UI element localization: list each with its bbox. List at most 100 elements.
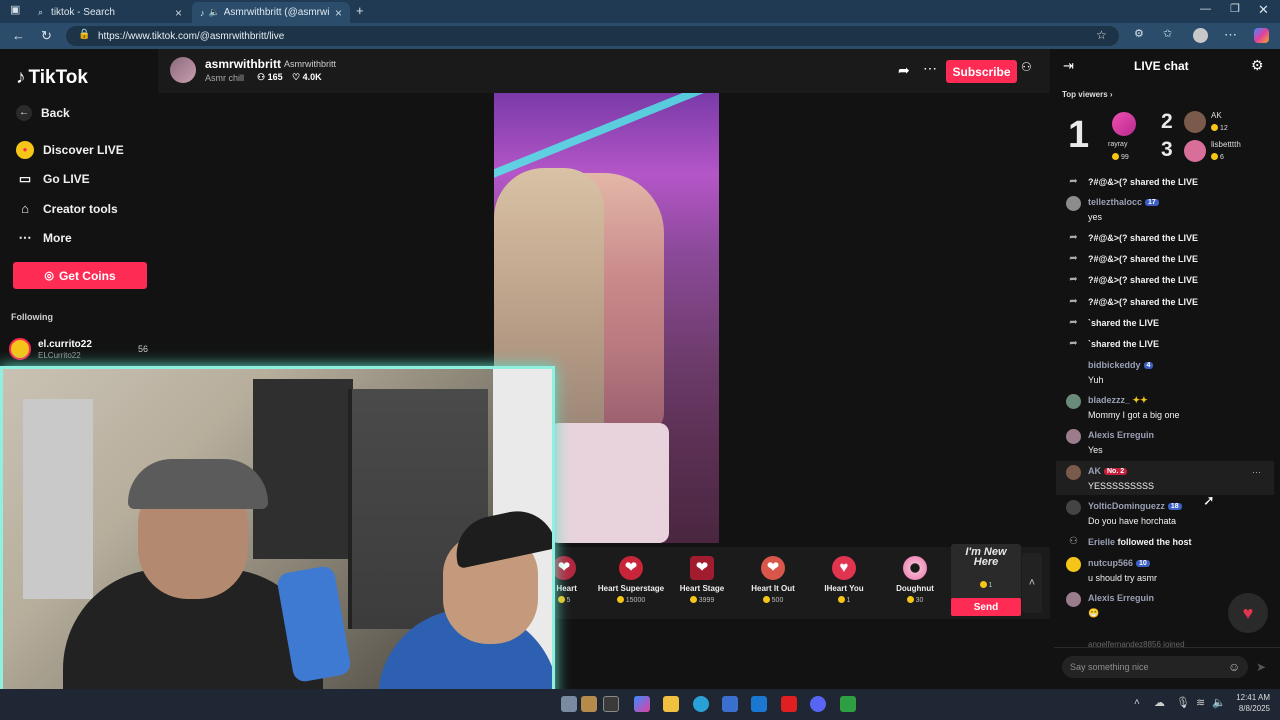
top-viewer-name: AK [1211,111,1222,120]
arrow-left-icon: ← [16,105,32,121]
gift-item[interactable]: ❤ Heart It Out 500 [737,547,809,604]
following-count: 56 [138,344,149,354]
chat-input[interactable]: Say something nice ☺ [1062,656,1248,678]
message-options-icon[interactable]: ⋯ [1252,467,1261,478]
close-icon[interactable]: × [335,6,342,20]
taskbar: ˄ ☁ 🎙 ≋ 🔈 12:41 AM 8/8/2025 [0,689,1280,720]
avatar[interactable] [1112,112,1136,136]
following-name: el.currito22 [38,339,92,350]
ellipsis-icon: ⋯ [18,230,32,245]
live-icon: ● [16,141,34,159]
copilot-icon[interactable] [1254,28,1269,43]
get-coins-button[interactable]: ◎ Get Coins [13,262,147,289]
clock-date: 8/8/2025 [1238,704,1270,713]
refresh-icon[interactable]: ↻ [41,29,52,42]
gift-item[interactable]: Doughnut 30 [879,547,951,604]
sidebar-item-back[interactable]: ← Back [16,105,70,121]
favorites-icon[interactable]: ✩ [1163,29,1172,40]
profile-avatar[interactable] [1193,28,1208,43]
coin-icon [906,596,914,603]
copilot-icon[interactable] [634,696,650,712]
extensions-icon[interactable]: ⚙ [1134,29,1144,40]
task-view-icon[interactable] [603,696,619,712]
youtube-icon[interactable] [781,696,797,712]
sidebar-item-creator-tools[interactable]: ⌂ Creator tools [16,201,118,216]
close-icon[interactable]: × [175,6,182,20]
edge-icon[interactable] [693,696,709,712]
like-heart-button[interactable]: ♥ [1228,593,1268,633]
water-heater [23,399,93,599]
coin-icon [1112,153,1119,160]
send-gift-button[interactable]: Send [951,598,1021,616]
video-camera-icon: ▭ [18,171,32,186]
live-chat-title: LIVE chat [1134,59,1189,73]
file-explorer-icon[interactable] [663,696,679,712]
maximize-icon[interactable]: ❐ [1230,4,1240,15]
chat-partial-line: angelfernandez8856 joined [1088,640,1185,647]
collapse-chat-icon[interactable]: ⇥ [1063,58,1074,74]
following-heading: Following [11,312,53,322]
url-input[interactable]: 🔒 https://www.tiktok.com/@asmrwithbritt/… [66,26,1119,46]
send-message-icon[interactable]: ➤ [1256,660,1266,674]
wifi-icon[interactable]: ≋ [1196,696,1205,709]
top-viewer-rank: 1 [1068,114,1090,156]
viewer-count: ⚇ 165 [257,72,283,82]
level-badge: 4 [1143,362,1154,369]
sidebar-item-go-live[interactable]: ▭ Go LIVE [16,171,90,187]
gift-item[interactable]: ❤ Heart Stage 3999 [666,547,738,604]
star-icon[interactable]: ☆ [1096,29,1107,41]
speaker-icon[interactable]: 🔈 [209,7,220,18]
window-close-icon[interactable]: ✕ [1258,3,1269,16]
sidebar-item-more[interactable]: ⋯ More [16,230,72,246]
volume-icon[interactable]: 🔈 [1212,696,1226,709]
url-text: https://www.tiktok.com/@asmrwithbritt/li… [98,30,285,42]
tab-actions-icon[interactable]: ▣ [10,5,20,16]
rank-badge: No. 2 [1104,468,1128,475]
tiktok-icon: ♪ [200,7,205,18]
lock-icon: 🔒 [78,29,91,40]
gear-icon[interactable]: ⚙ [1251,57,1264,74]
store-icon[interactable] [722,696,738,712]
back-icon[interactable]: ← [12,29,25,42]
avatar[interactable] [1184,111,1206,133]
host-display-name: Asmrwithbritt [284,59,337,69]
widgets-icon[interactable] [561,696,577,712]
host-avatar[interactable] [170,57,196,83]
app-icon[interactable] [581,696,597,712]
following-item[interactable]: el.currito22 ELCurrito22 56 [9,337,151,361]
follow-user-icon[interactable]: ⚇ [1021,60,1032,74]
webcam-overlay [0,366,555,711]
subscribe-button[interactable]: Subscribe [946,60,1017,83]
sparkle-icon: ✦✦ [1132,395,1148,405]
microphone-icon[interactable]: 🎙 [1176,696,1190,709]
host-username[interactable]: asmrwithbritt [205,57,281,71]
minimize-icon[interactable]: — [1200,4,1211,15]
doughnut-icon [903,556,927,580]
gift-item[interactable]: ❤ Heart Superstage 15000 [595,547,667,604]
cloud-icon[interactable]: ☁ [1154,696,1165,709]
outlook-icon[interactable] [751,696,767,712]
coin-icon [557,596,565,603]
chevron-up-icon[interactable]: ˄ [1134,697,1140,708]
stream-category: Asmr chill [205,73,245,83]
menu-icon[interactable]: ⋯ [1224,28,1237,41]
avatar [1066,500,1081,515]
tab-search[interactable]: ⌕ tiktok - Search × [30,2,190,23]
emoji-icon[interactable]: ☺ [1228,660,1240,674]
tab-live[interactable]: ♪ 🔈 Asmrwithbritt (@asmrwithbr × [192,2,350,23]
top-viewers-label[interactable]: Top viewers › [1062,90,1113,99]
search-icon: ⌕ [38,7,44,17]
tiktok-note-icon: ♪ [16,67,26,88]
avatar[interactable] [1184,140,1206,162]
gift-item[interactable]: ♥ IHeart You 1 [808,547,880,604]
new-tab-button[interactable]: + [356,4,364,17]
discord-icon[interactable] [810,696,826,712]
app-icon[interactable] [840,696,856,712]
more-options-icon[interactable]: ⋯ [923,60,937,77]
share-icon[interactable]: ➦ [898,62,910,79]
tiktok-logo[interactable]: ♪ TikTok [16,67,88,89]
chevron-up-icon[interactable]: ˄ [1022,553,1042,613]
clock[interactable]: 12:41 AM 8/8/2025 [1232,693,1270,713]
sidebar-item-discover-live[interactable]: ● Discover LIVE [16,141,124,159]
led-strip [494,93,719,182]
